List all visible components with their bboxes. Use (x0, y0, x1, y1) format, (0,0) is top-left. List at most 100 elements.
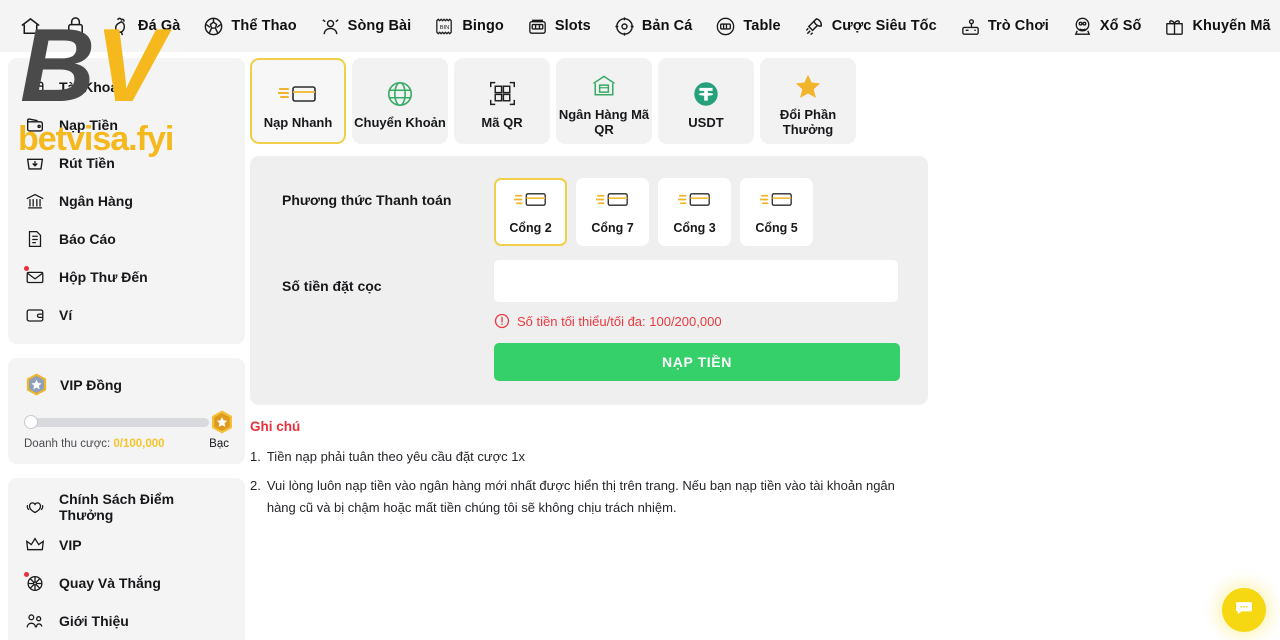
usdt-icon (691, 77, 721, 111)
chat-support-button[interactable] (1222, 588, 1266, 632)
vip-progress-slider[interactable] (24, 415, 229, 429)
sidebar-item-tai-khoan[interactable]: Tài Khoản (8, 68, 245, 106)
amount-limit-error-text: Số tiền tối thiểu/tối đa: 100/200,000 (517, 314, 722, 329)
report-icon (24, 228, 46, 250)
fast-card-icon (760, 189, 794, 215)
qr-code-icon (488, 77, 517, 111)
gateway-cong-2[interactable]: Cổng 2 (494, 178, 567, 246)
wallet-icon (24, 304, 46, 326)
sidebar-item-label: Quay Và Thắng (59, 575, 161, 591)
nav-item-da-ga[interactable]: Đá Gà (98, 0, 191, 52)
deposit-form-panel: Phương thức Thanh toán Cổng 2 (250, 156, 928, 405)
nav-item-the-thao[interactable]: Thể Thao (191, 0, 307, 52)
vip-turnover-text: Doanh thu cược: (24, 438, 110, 450)
tab-usdt[interactable]: USDT (658, 58, 754, 144)
svg-text:BIN: BIN (440, 24, 450, 30)
sidebar-item-quay-va-thang[interactable]: Quay Và Thắng (8, 564, 245, 602)
nav-item-bingo[interactable]: BIN Bingo (422, 0, 515, 52)
rocket-icon (803, 15, 826, 38)
nav-item-tro-choi[interactable]: Trò Chơi (948, 0, 1060, 52)
referral-icon (24, 610, 46, 632)
nav-item-xo-so[interactable]: Xổ Số (1060, 0, 1153, 52)
sidebar-item-nap-tien[interactable]: Nạp Tiền (8, 106, 245, 144)
note-item: 2. Vui lòng luôn nạp tiền vào ngân hàng … (250, 475, 950, 519)
main-content: Nạp Nhanh Chuyển Khoản (250, 58, 1272, 526)
gateway-cong-3[interactable]: Cổng 3 (658, 178, 731, 246)
slot-machine-icon (526, 15, 549, 38)
fast-card-icon (278, 77, 318, 111)
nav-item-table[interactable]: Table (703, 0, 791, 52)
nav-item-slots[interactable]: Slots (515, 0, 602, 52)
sidebar-item-label: Ngân Hàng (59, 193, 133, 209)
gateway-label: Cổng 7 (591, 221, 633, 235)
rooster-icon (109, 15, 132, 38)
nav-item-lock[interactable] (53, 0, 98, 52)
sidebar: Tài Khoản Nạp Tiền Rút (8, 58, 245, 640)
sidebar-item-label: Nạp Tiền (59, 117, 118, 133)
deposit-amount-input[interactable] (494, 260, 898, 302)
nav-item-label: Slots (555, 18, 591, 34)
sidebar-item-label: VIP (59, 537, 82, 553)
sidebar-item-label: Chính Sách Điểm Thưởng (59, 491, 229, 523)
fast-card-icon (596, 189, 630, 215)
globe-icon (385, 77, 415, 111)
nav-item-khuyen-mai[interactable]: Khuyến Mã (1152, 0, 1280, 52)
sidebar-item-vip[interactable]: VIP (8, 526, 245, 564)
notes-section: Ghi chú 1. Tiền nạp phải tuân theo yêu c… (250, 419, 950, 519)
deposit-submit-button[interactable]: NẠP TIỀN (494, 343, 900, 381)
payment-method-row: Phương thức Thanh toán Cổng 2 (282, 178, 898, 246)
nav-item-home[interactable] (8, 0, 53, 52)
sidebar-account-section: Tài Khoản Nạp Tiền Rút (8, 58, 245, 344)
nav-item-label: Khuyến Mã (1192, 18, 1270, 34)
tab-label: USDT (688, 115, 723, 130)
chat-bubble-icon (1234, 598, 1254, 623)
tab-label: Chuyển Khoản (354, 115, 446, 130)
vip-progress-card: VIP Đồng Doanh thu cược: 0/100,000 (8, 358, 245, 464)
sidebar-item-label: Tài Khoản (59, 79, 127, 95)
sidebar-item-bao-cao[interactable]: Báo Cáo (8, 220, 245, 258)
vip-next-tier: Bạc (209, 438, 229, 450)
note-item: 1. Tiền nạp phải tuân theo yêu cầu đặt c… (250, 446, 950, 468)
sidebar-item-gioi-thieu[interactable]: Giới Thiệu (8, 602, 245, 640)
top-navigation-bar: Đá Gà Thể Thao Sòng Bài (0, 0, 1280, 52)
sidebar-item-label: Báo Cáo (59, 231, 116, 247)
deposit-wallet-icon (24, 114, 46, 136)
lock-icon (64, 15, 87, 38)
crown-icon (24, 534, 46, 556)
arcade-icon (959, 15, 982, 38)
deposit-amount-label: Số tiền đặt cọc (282, 260, 494, 302)
nav-item-cuoc-sieu-toc[interactable]: Cược Siêu Tốc (792, 0, 948, 52)
home-icon (19, 15, 42, 38)
tab-doi-phan-thuong[interactable]: Đổi Phần Thưởng (760, 58, 856, 144)
vip-tier-title: VIP Đồng (60, 377, 122, 393)
soccer-ball-icon (202, 15, 225, 38)
sidebar-item-hop-thu-den[interactable]: Hộp Thư Đến (8, 258, 245, 296)
sidebar-item-label: Giới Thiệu (59, 613, 129, 629)
nav-item-label: Sòng Bài (348, 18, 412, 34)
note-text: Vui lòng luôn nạp tiền vào ngân hàng mới… (267, 475, 927, 519)
sidebar-item-label: Ví (59, 307, 72, 323)
sidebar-item-ngan-hang[interactable]: Ngân Hàng (8, 182, 245, 220)
sidebar-item-chinh-sach-diem-thuong[interactable]: Chính Sách Điểm Thưởng (8, 488, 245, 526)
gateway-cong-5[interactable]: Cổng 5 (740, 178, 813, 246)
sidebar-item-rut-tien[interactable]: Rút Tiền (8, 144, 245, 182)
tab-ngan-hang-ma-qr[interactable]: Ngân Hàng Mã QR (556, 58, 652, 144)
tab-ma-qr[interactable]: Mã QR (454, 58, 550, 144)
nav-item-label: Bingo (462, 18, 504, 34)
inbox-icon (24, 266, 46, 288)
bingo-icon: BIN (433, 15, 456, 38)
nav-item-song-bai[interactable]: Sòng Bài (308, 0, 423, 52)
vip-progress-knob[interactable] (24, 415, 38, 429)
tab-nap-nhanh[interactable]: Nạp Nhanh (250, 58, 346, 144)
rewards-policy-icon (24, 496, 46, 518)
sidebar-promo-section: Chính Sách Điểm Thưởng VIP (8, 478, 245, 640)
gateway-options: Cổng 2 Cổng 7 (494, 178, 813, 246)
tab-label: Đổi Phần Thưởng (762, 107, 854, 137)
nav-item-ban-ca[interactable]: Bản Cá (602, 0, 704, 52)
gateway-cong-7[interactable]: Cổng 7 (576, 178, 649, 246)
sidebar-item-label: Hộp Thư Đến (59, 269, 148, 285)
tab-chuyen-khoan[interactable]: Chuyển Khoản (352, 58, 448, 144)
gateway-label: Cổng 5 (755, 221, 797, 235)
table-icon (714, 15, 737, 38)
sidebar-item-vi[interactable]: Ví (8, 296, 245, 334)
